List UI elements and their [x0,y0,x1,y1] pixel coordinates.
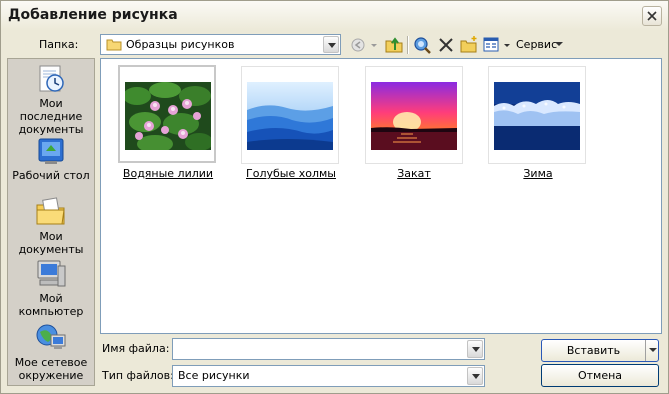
cancel-button[interactable]: Отмена [541,364,659,387]
new-folder-icon [460,36,477,53]
filetype-select[interactable]: Все рисунки [172,365,485,387]
filename-dropdown-button[interactable] [467,340,483,358]
close-icon [647,11,657,21]
folder-icon [106,39,122,51]
insert-label: Вставить [566,344,621,357]
network-places-icon [36,324,66,349]
close-button[interactable] [642,6,662,26]
tools-menu-button[interactable]: Сервис [515,36,565,54]
new-folder-button[interactable] [459,35,479,55]
place-label: Мой компьютер [18,292,84,318]
filename-field[interactable] [172,338,485,360]
filetype-dropdown-button[interactable] [467,367,483,385]
up-folder-icon [385,37,403,53]
tools-label: Сервис [516,38,558,51]
file-name[interactable]: Водяные лилии [108,167,228,180]
place-my-documents[interactable]: Мои документы [8,196,94,256]
search-web-button[interactable] [412,35,432,55]
lookin-value: Образцы рисунков [126,38,235,51]
views-icon [483,37,510,52]
thumbnail-blue-hills[interactable] [241,66,339,164]
chevron-down-icon [555,42,563,46]
desktop-icon [38,138,64,164]
filetype-label: Тип файлов: [102,369,174,382]
file-name[interactable]: Закат [354,167,474,180]
blue-hills-image [247,82,333,150]
delete-button[interactable] [437,35,455,55]
chevron-down-icon[interactable] [649,348,657,354]
sunset-image [371,82,457,150]
lookin-label: Папка: [39,38,79,51]
split-divider [645,340,646,361]
place-label: Мои документы [18,230,84,256]
lookin-dropdown-button[interactable] [323,36,339,53]
title-bar: Добавление рисунка [1,1,668,31]
insert-picture-dialog: Добавление рисунка Папка: Образцы рисунк… [0,0,669,394]
filename-label: Имя файла: [102,342,170,355]
dialog-title: Добавление рисунка [8,7,178,23]
delete-icon [439,38,453,52]
my-computer-icon [37,260,66,287]
lookin-combo[interactable]: Образцы рисунков [100,34,341,55]
cancel-label: Отмена [577,369,623,382]
file-list-view[interactable]: Водяные лилии Голубые холмы Закат Зима [100,58,662,334]
thumbnail-winter[interactable] [488,66,586,164]
filename-input[interactable] [176,341,461,357]
thumbnail-sunset[interactable] [365,66,463,164]
winter-image [494,82,580,150]
recent-documents-icon [39,65,64,92]
insert-button[interactable]: Вставить [541,339,659,362]
place-network[interactable]: Мое сетевое окружение [8,322,94,382]
toolbar-separator [407,36,409,54]
place-desktop[interactable]: Рабочий стол [8,135,94,182]
views-button[interactable] [482,35,512,55]
place-recent-documents[interactable]: Мои последние документы [8,63,94,136]
file-name[interactable]: Зима [478,167,598,180]
my-documents-icon [36,197,65,225]
file-name[interactable]: Голубые холмы [231,167,351,180]
filetype-value: Все рисунки [178,369,250,382]
back-icon [351,38,377,52]
water-lilies-image [125,82,211,150]
places-bar: Мои последние документы Рабочий стол Мои… [7,58,95,386]
place-my-computer[interactable]: Мой компьютер [8,258,94,318]
back-button[interactable] [350,36,380,54]
place-label: Рабочий стол [12,169,90,182]
thumbnail-water-lilies[interactable] [118,65,216,163]
place-label: Мои последние документы [18,97,84,136]
search-web-icon [414,37,431,54]
up-folder-button[interactable] [384,35,404,55]
place-label: Мое сетевое окружение [14,356,88,382]
